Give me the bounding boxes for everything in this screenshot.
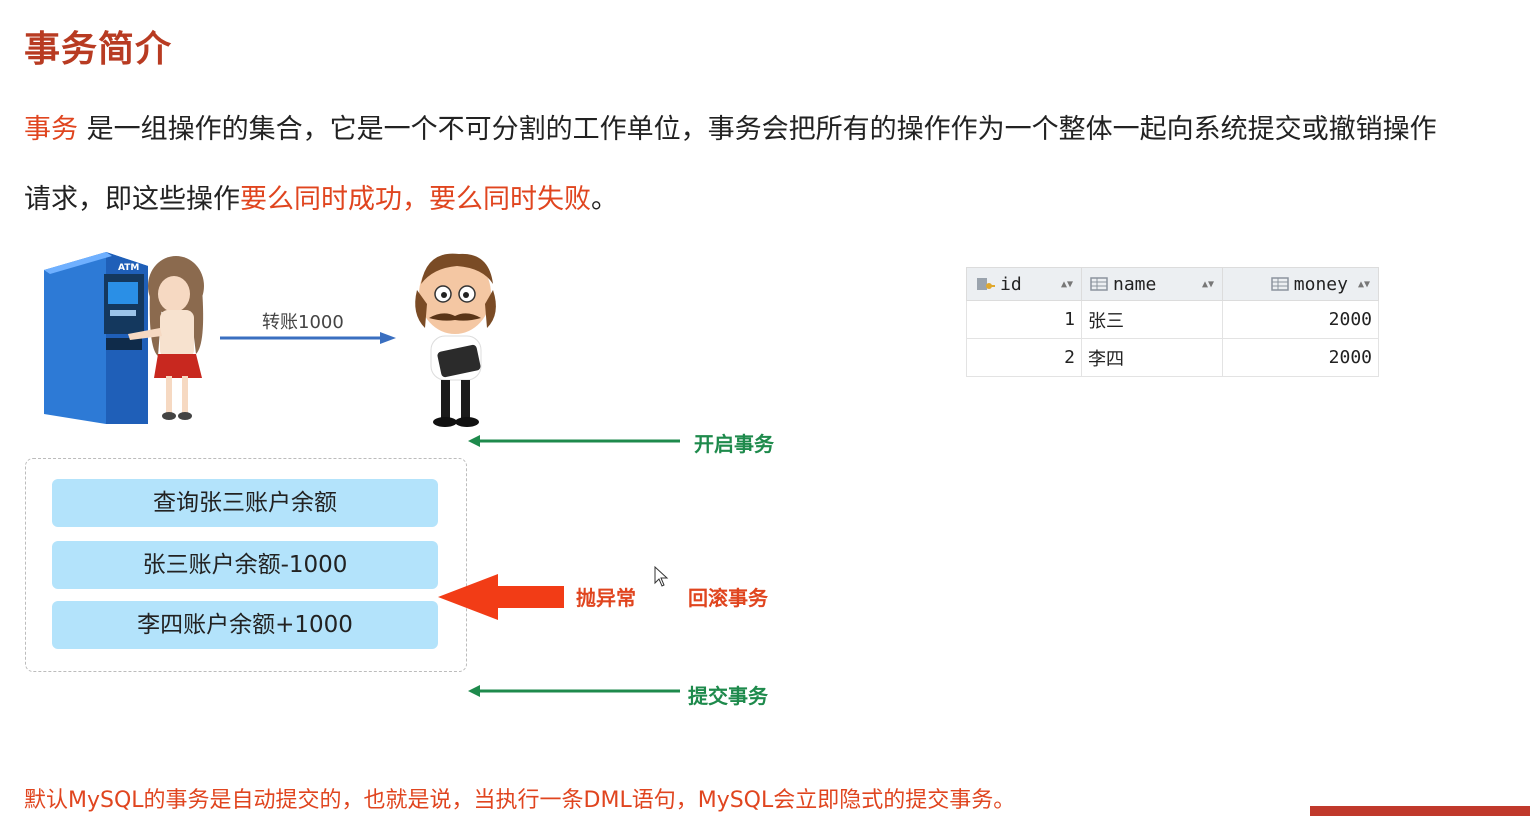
cell-name[interactable]: 张三 <box>1081 300 1223 339</box>
column-icon <box>1271 277 1289 291</box>
transfer-label: 转账1000 <box>262 312 344 333</box>
intro-line-1: 事务 是一组操作的集合，它是一个不可分割的工作单位，事务会把所有的操作作为一个整… <box>24 112 1437 148</box>
intro-line-2: 请求，即这些操作要么同时成功，要么同时失败。 <box>24 182 618 218</box>
sort-icon[interactable]: ▲▼ <box>1202 279 1214 290</box>
begin-transaction-arrow <box>468 435 680 447</box>
table-row[interactable]: 1 张三 2000 <box>966 300 1379 339</box>
cell-name[interactable]: 李四 <box>1081 338 1223 377</box>
column-header-id[interactable]: id ▲▼ <box>966 267 1082 301</box>
table-row[interactable]: 2 李四 2000 <box>966 338 1379 377</box>
sort-icon[interactable]: ▲▼ <box>1061 279 1073 290</box>
intro-keyword: 事务 <box>24 114 78 145</box>
cell-money[interactable]: 2000 <box>1222 338 1379 377</box>
sort-icon[interactable]: ▲▼ <box>1358 279 1370 290</box>
cell-id[interactable]: 2 <box>966 338 1082 377</box>
rollback-label: 回滚事务 <box>688 586 768 610</box>
column-label-id: id <box>1000 273 1022 295</box>
column-icon <box>1090 277 1108 291</box>
intro-line-2-start: 请求，即这些操作 <box>24 184 240 215</box>
mouse-cursor-icon <box>654 566 669 587</box>
corner-decoration <box>1310 806 1530 816</box>
account-table: id ▲▼ name ▲▼ money ▲▼ 1 张三 2000 2 李四 20… <box>966 267 1379 377</box>
step-credit-lisi: 李四账户余额+1000 <box>52 601 438 649</box>
commit-transaction-label: 提交事务 <box>688 684 768 708</box>
column-header-name[interactable]: name ▲▼ <box>1081 267 1223 301</box>
primary-key-icon <box>977 278 995 290</box>
transaction-steps-box: 查询张三账户余额 张三账户余额-1000 李四账户余额+1000 <box>25 458 467 672</box>
exception-arrow <box>438 574 564 620</box>
atm-user-illustration: ATM <box>44 252 204 424</box>
clerk-illustration <box>415 253 496 427</box>
step-debit-zhangsan: 张三账户余额-1000 <box>52 541 438 589</box>
column-header-money[interactable]: money ▲▼ <box>1222 267 1379 301</box>
column-label-money: money <box>1293 273 1348 295</box>
commit-transaction-arrow <box>468 685 680 697</box>
page-title: 事务简介 <box>24 29 173 70</box>
footer-note: 默认MySQL的事务是自动提交的，也就是说，当执行一条DML语句，MySQL会立… <box>24 788 1016 813</box>
cell-money[interactable]: 2000 <box>1222 300 1379 339</box>
step-query-balance: 查询张三账户余额 <box>52 479 438 527</box>
begin-transaction-label: 开启事务 <box>694 432 774 456</box>
cell-id[interactable]: 1 <box>966 300 1082 339</box>
exception-label: 抛异常 <box>576 586 636 610</box>
atm-text: ATM <box>118 263 139 273</box>
intro-line-2-end: 。 <box>591 184 618 215</box>
column-label-name: name <box>1113 273 1157 295</box>
table-header-row: id ▲▼ name ▲▼ money ▲▼ <box>966 267 1379 301</box>
intro-highlight: 要么同时成功，要么同时失败 <box>240 184 591 215</box>
intro-line-1-text: 是一组操作的集合，它是一个不可分割的工作单位，事务会把所有的操作作为一个整体一起… <box>78 114 1437 145</box>
